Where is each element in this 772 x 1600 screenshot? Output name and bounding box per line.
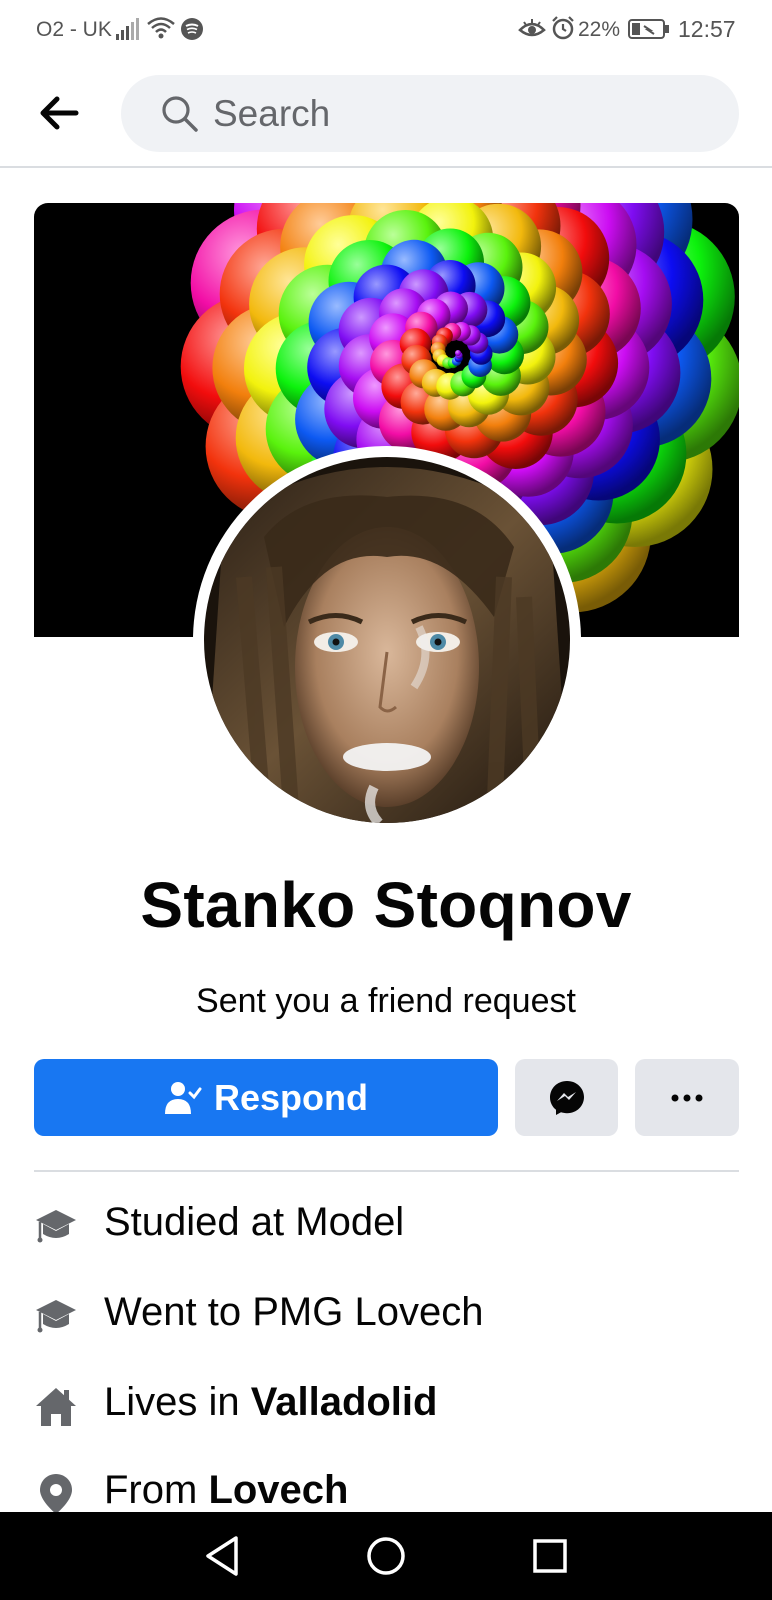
battery-percent: 22% <box>578 18 621 41</box>
back-triangle-icon <box>206 1536 238 1576</box>
more-dots-icon <box>671 1094 703 1101</box>
location-pin-icon <box>34 1472 78 1512</box>
nav-home-button[interactable] <box>358 1528 414 1584</box>
system-navigation-bar <box>0 1512 772 1600</box>
top-bar <box>0 58 772 168</box>
detail-studied-at: Studied at Model <box>34 1192 739 1252</box>
status-time: 12:57 <box>678 16 736 42</box>
detail-lives-in: Lives in Valladolid <box>34 1372 739 1432</box>
search-input[interactable] <box>213 75 713 152</box>
carrier-name: O2 - UK <box>36 18 112 41</box>
person-check-icon <box>164 1081 202 1114</box>
detail-from: From Lovech <box>34 1460 739 1512</box>
back-button[interactable] <box>34 88 84 138</box>
detail-text: Studied at Model <box>104 1200 405 1244</box>
detail-text: Lives in Valladolid <box>104 1380 438 1424</box>
arrow-left-icon <box>40 96 79 130</box>
recents-square-icon <box>533 1539 567 1573</box>
profile-details: Studied at Model Went to PMG Lovech Live… <box>0 1172 772 1512</box>
avatar-portrait-image <box>204 457 570 823</box>
detail-text: Went to PMG Lovech <box>104 1290 484 1334</box>
graduation-cap-icon <box>34 1294 78 1338</box>
respond-button[interactable]: Respond <box>34 1059 498 1136</box>
respond-label: Respond <box>213 1076 368 1118</box>
graduation-cap-icon <box>34 1204 78 1248</box>
nav-back-button[interactable] <box>194 1528 250 1584</box>
profile-picture[interactable] <box>193 446 581 834</box>
cover-ball <box>455 350 461 356</box>
message-button[interactable] <box>515 1059 618 1136</box>
detail-text: From Lovech <box>104 1468 349 1512</box>
spotify-icon <box>180 17 204 41</box>
signal-icon <box>116 18 142 40</box>
messenger-icon <box>549 1080 584 1115</box>
eye-comfort-icon <box>518 18 546 40</box>
more-options-button[interactable] <box>635 1059 739 1136</box>
from-link[interactable]: Lovech <box>208 1468 348 1512</box>
alarm-icon <box>551 16 575 40</box>
battery-icon <box>628 18 670 40</box>
friend-request-status: Sent you a friend request <box>196 982 576 1020</box>
search-icon <box>162 96 198 132</box>
profile-name: Stanko Stoqnov <box>140 869 632 941</box>
detail-went-to: Went to PMG Lovech <box>34 1282 739 1342</box>
search-bar[interactable] <box>121 75 739 152</box>
home-icon <box>34 1384 78 1428</box>
home-circle-icon <box>367 1537 405 1575</box>
nav-recents-button[interactable] <box>522 1528 578 1584</box>
wifi-icon <box>146 15 176 41</box>
status-bar: O2 - UK 22% 12:57 <box>0 0 772 58</box>
lives-in-link[interactable]: Valladolid <box>251 1380 438 1424</box>
